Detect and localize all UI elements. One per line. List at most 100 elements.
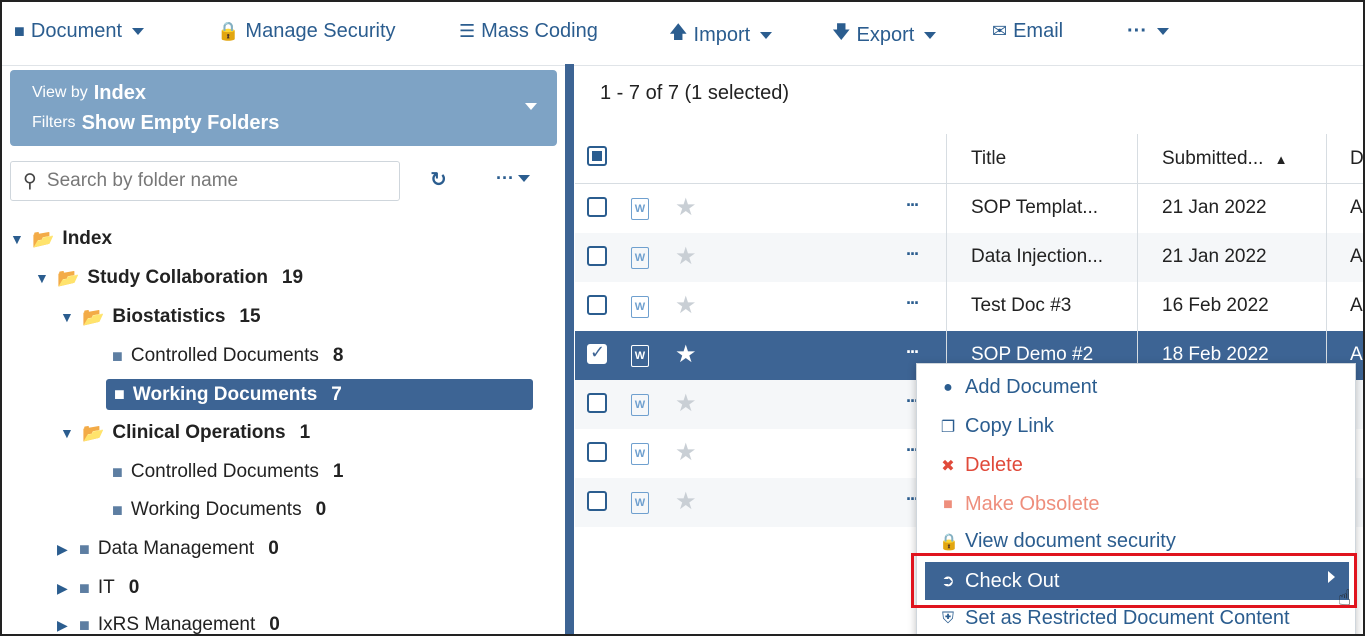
row-checkbox[interactable] [587,442,607,462]
tree-node-label: IT [97,577,115,598]
folder-more-button[interactable]: ··· [496,168,530,189]
import-label: Import [693,23,751,46]
tree-node-working-documents[interactable]: ■ Working Documents 0 [112,499,326,521]
tree-node-index[interactable]: ▼ 📂 Index [10,228,112,250]
lock-icon: 🔒 [939,533,959,551]
row-checkbox[interactable] [587,246,607,266]
tree-node-count: 1 [299,422,311,443]
panel-splitter[interactable] [565,64,574,634]
star-icon[interactable]: ★ [675,487,697,516]
tree-node-label: Biostatistics [112,306,226,327]
export-label: Export [856,23,915,46]
menu-item-delete[interactable]: ✖ Delete [939,454,1023,477]
tree-node-label: Data Management [97,538,255,559]
cell-submitted: 16 Feb 2022 [1162,295,1269,316]
menu-item-view-security[interactable]: 🔒 View document security [939,530,1176,553]
menu-item-copy-link[interactable]: ❐ Copy Link [939,415,1054,438]
email-button[interactable]: ✉ Email [992,20,1063,43]
chevron-down-icon [132,28,145,35]
cell-submitted: 21 Jan 2022 [1162,246,1267,267]
row-checkbox-checked[interactable] [587,342,607,364]
folder-icon: ■ [79,614,90,635]
menu-item-make-obsolete[interactable]: ■ Make Obsolete [939,493,1100,516]
tree-node-label: Study Collaboration [87,267,268,288]
mass-coding-button[interactable]: ☰ Mass Coding [459,20,598,43]
star-icon[interactable]: ★ [675,340,697,369]
more-dots-icon: ··· [1127,20,1147,42]
expanded-caret-icon: ▼ [35,270,49,286]
more-actions-button[interactable]: ··· [1127,20,1169,43]
tree-node-count: 0 [128,577,140,598]
menu-item-add-document[interactable]: ● Add Document [939,376,1097,399]
folder-icon: ■ [79,577,90,598]
table-row[interactable]: W ★ ··· Data Injection... 21 Jan 2022 A [575,233,1363,282]
manage-security-button[interactable]: 🔒 Manage Security [217,20,396,43]
table-row[interactable]: W ★ ··· Test Doc #3 16 Feb 2022 A [575,282,1363,331]
row-checkbox[interactable] [587,197,607,217]
row-checkbox[interactable] [587,491,607,511]
tree-node-controlled-documents[interactable]: ■ Controlled Documents 8 [112,345,343,367]
folder-open-icon: 📂 [82,306,105,327]
row-actions-button[interactable]: ··· [906,342,920,363]
tree-node-working-documents-selected[interactable]: ■ Working Documents 7 [106,379,533,410]
view-by-selector[interactable]: View by Index Filters Show Empty Folders [10,70,557,146]
word-doc-icon: W [631,492,649,514]
view-by-prefix: View by [32,84,88,101]
highlight-box [911,553,1357,608]
tree-node-it[interactable]: ▶ ■ IT 0 [57,577,139,599]
arrow-down-icon: 🡇 [832,22,851,42]
column-header-submitted[interactable]: Submitted... ▲ [1162,148,1288,170]
cell-title: Test Doc #3 [971,295,1072,316]
tree-node-clinical-operations[interactable]: ▼ 📂 Clinical Operations 1 [60,422,310,444]
tree-node-count: 0 [315,499,327,520]
row-actions-button[interactable]: ··· [906,293,920,314]
cell-d: A [1350,295,1363,316]
document-menu-button[interactable]: ■ Document [14,20,145,43]
table-row[interactable]: W ★ ··· SOP Templat... 21 Jan 2022 A [575,184,1363,233]
folder-open-icon: 📂 [82,422,105,443]
star-icon[interactable]: ★ [675,291,697,320]
folder-icon: ■ [114,384,125,404]
search-placeholder: Search by folder name [46,170,239,191]
row-actions-button[interactable]: ··· [906,244,920,265]
grid-header: Title Submitted... ▲ D [575,134,1363,184]
tree-node-ixrs-management[interactable]: ▶ ■ IxRS Management 0 [57,614,280,635]
star-icon[interactable]: ★ [675,242,697,271]
search-icon: ⚲ [23,170,37,192]
column-header-d[interactable]: D [1350,148,1363,170]
star-icon[interactable]: ★ [675,389,697,418]
menu-item-label: Make Obsolete [965,493,1100,515]
hand-cursor-icon: ☝ [1338,585,1352,610]
import-menu-button[interactable]: 🡅 Import [669,20,773,50]
tree-node-label: Working Documents [132,383,318,405]
chevron-down-icon [1156,28,1169,35]
collapsed-caret-icon: ▶ [57,540,68,557]
refresh-icon[interactable]: ↻ [430,167,447,192]
tree-node-data-management[interactable]: ▶ ■ Data Management 0 [57,538,279,560]
chevron-down-icon [760,31,773,39]
select-all-checkbox[interactable] [587,146,607,166]
column-divider [946,134,947,380]
tree-node-controlled-documents[interactable]: ■ Controlled Documents 1 [112,461,343,483]
export-menu-button[interactable]: 🡇 Export [832,20,937,50]
column-divider [1326,134,1327,380]
cell-title: Data Injection... [971,246,1104,267]
star-icon[interactable]: ★ [675,193,697,222]
result-count: 1 - 7 of 7 (1 selected) [600,82,789,104]
expanded-caret-icon: ▼ [60,309,74,325]
document-menu-label: Document [30,20,123,42]
column-divider [1137,134,1138,380]
row-checkbox[interactable] [587,393,607,413]
tree-node-biostatistics[interactable]: ▼ 📂 Biostatistics 15 [60,306,261,328]
column-header-title[interactable]: Title [971,148,1006,170]
menu-item-set-restricted[interactable]: ⛨ Set as Restricted Document Content [939,607,1290,630]
row-checkbox[interactable] [587,295,607,315]
row-actions-button[interactable]: ··· [906,195,920,216]
folder-icon: ■ [112,345,123,366]
folder-search-input[interactable]: ⚲ Search by folder name [10,161,400,201]
tree-node-study-collaboration[interactable]: ▼ 📂 Study Collaboration 19 [35,267,303,289]
star-icon[interactable]: ★ [675,438,697,467]
tree-node-count: 0 [268,538,279,559]
email-label: Email [1013,20,1064,42]
expanded-caret-icon: ▼ [60,425,74,441]
